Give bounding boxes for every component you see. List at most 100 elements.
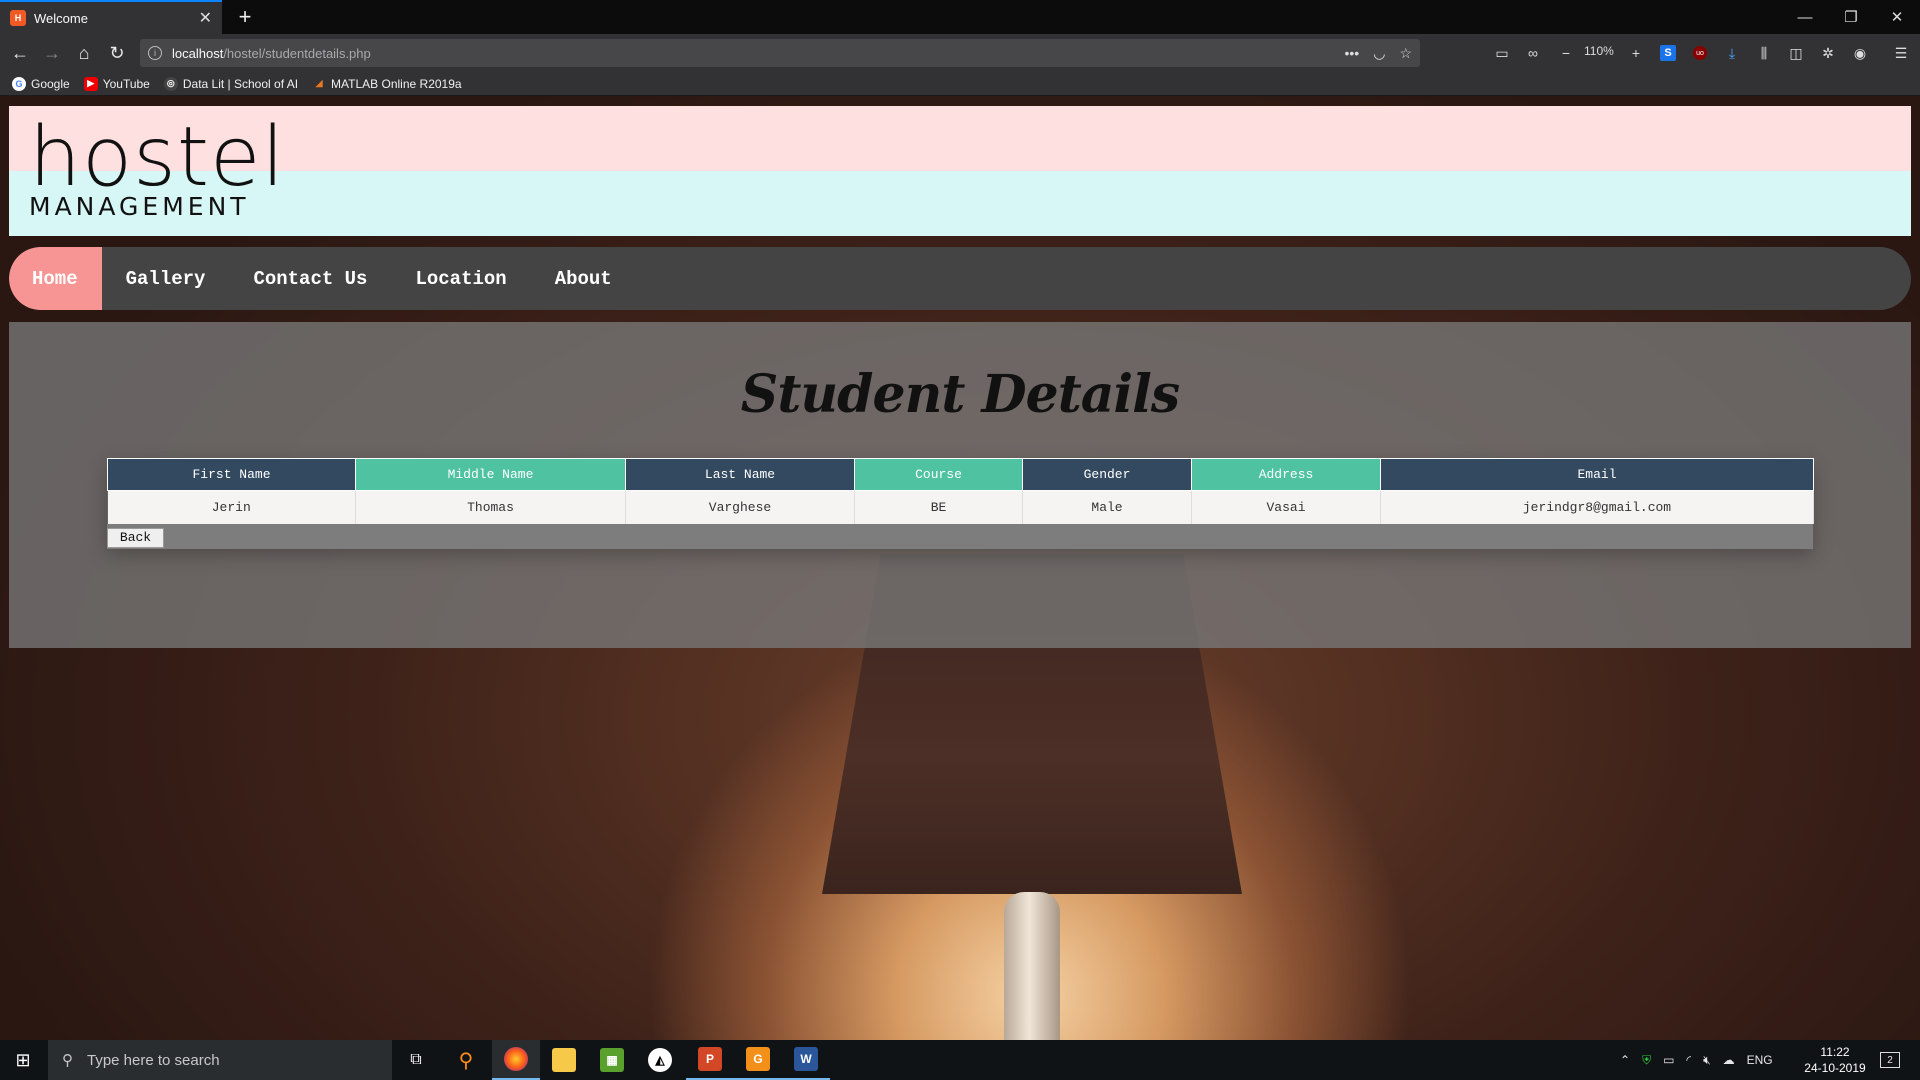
table-header-row: First Name Middle Name Last Name Course …: [107, 458, 1814, 491]
wifi-icon[interactable]: ◜: [1686, 1053, 1691, 1067]
defender-shield-icon[interactable]: ⛨: [1642, 1053, 1651, 1068]
cell-gender: Male: [1022, 490, 1192, 524]
spreadsheet-app-icon[interactable]: ▦: [588, 1040, 636, 1080]
column-header-middle-name: Middle Name: [355, 458, 626, 491]
zoom-out-icon[interactable]: −: [1555, 42, 1577, 64]
windows-start-icon[interactable]: ⊞: [0, 1040, 46, 1080]
action-center-icon[interactable]: 2: [1880, 1040, 1900, 1080]
matlab-icon: ◢: [315, 78, 323, 88]
zoom-level[interactable]: 110%: [1584, 44, 1614, 58]
search-app-icon[interactable]: ⚲: [442, 1040, 490, 1080]
extension-s-icon[interactable]: S: [1657, 42, 1679, 64]
nav-contact-us[interactable]: Contact Us: [229, 247, 391, 310]
restore-button[interactable]: ❐: [1828, 0, 1874, 34]
student-table-container: First Name Middle Name Last Name Course …: [107, 458, 1814, 549]
column-header-last-name: Last Name: [625, 458, 855, 491]
private-mask-icon[interactable]: ∞: [1522, 42, 1544, 64]
notification-count: 2: [1880, 1052, 1900, 1068]
page-actions-icon[interactable]: •••: [1345, 45, 1360, 62]
site-favicon-icon: H: [10, 10, 26, 26]
cell-middle-name: Thomas: [355, 490, 626, 524]
student-details-table: First Name Middle Name Last Name Course …: [107, 458, 1814, 524]
info-icon[interactable]: i: [148, 46, 162, 60]
onedrive-cloud-icon[interactable]: ☁: [1723, 1053, 1735, 1067]
firefox-icon[interactable]: [492, 1040, 540, 1080]
powerpoint-icon[interactable]: P: [686, 1040, 734, 1080]
site-header: hostel MANAGEMENT: [9, 106, 1911, 236]
ublock-icon[interactable]: uo: [1689, 42, 1711, 64]
logo-sub-text: MANAGEMENT: [29, 192, 250, 221]
battery-icon[interactable]: ▭: [1663, 1053, 1674, 1067]
system-tray: ⌃ ⛨ ▭ ◜ 🔇︎ ☁ ENG: [1620, 1040, 1773, 1080]
bookmark-label: MATLAB Online R2019a: [331, 76, 462, 91]
settings-gear-icon[interactable]: ✲: [1817, 42, 1839, 64]
bookmarks-toolbar: G Google ▶ YouTube ◎ Data Lit | School o…: [0, 72, 1920, 96]
tab-strip: H Welcome ✕ + — ❐ ✕: [0, 0, 1920, 34]
content-panel: Student Details First Name Middle Name L…: [9, 322, 1911, 648]
nav-about[interactable]: About: [531, 247, 636, 310]
back-arrow-icon[interactable]: ←: [6, 39, 34, 67]
file-explorer-icon[interactable]: [540, 1040, 588, 1080]
download-icon[interactable]: ⤓: [1721, 42, 1743, 64]
library-icon[interactable]: ⫼: [1753, 42, 1775, 64]
minimize-button[interactable]: —: [1782, 0, 1828, 34]
volume-muted-icon[interactable]: 🔇︎: [1703, 1053, 1711, 1068]
task-view-icon[interactable]: ⧉: [392, 1040, 440, 1080]
tab-title: Welcome: [34, 10, 88, 26]
page-viewport: hostel MANAGEMENT Home Gallery Contact U…: [0, 96, 1920, 1040]
bookmark-data-lit[interactable]: ◎ Data Lit | School of AI: [163, 76, 299, 91]
bookmark-matlab[interactable]: ◢ MATLAB Online R2019a: [312, 77, 462, 91]
nav-gallery[interactable]: Gallery: [102, 247, 230, 310]
nav-home[interactable]: Home: [9, 247, 102, 310]
zoom-in-icon[interactable]: +: [1625, 42, 1647, 64]
pocket-icon[interactable]: ◡: [1373, 45, 1385, 62]
background-lamp-base: [1004, 892, 1060, 1040]
bookmark-youtube[interactable]: ▶ YouTube: [83, 76, 150, 91]
search-placeholder: Type here to search: [87, 1051, 220, 1069]
reload-icon[interactable]: ↻: [103, 39, 131, 67]
bookmark-star-icon[interactable]: ☆: [1399, 45, 1412, 62]
column-header-address: Address: [1191, 458, 1381, 491]
nav-location[interactable]: Location: [391, 247, 530, 310]
google-icon: G: [12, 76, 26, 91]
page-title: Student Details: [740, 364, 1180, 425]
cell-first-name: Jerin: [107, 490, 356, 524]
cell-address: Vasai: [1191, 490, 1381, 524]
new-tab-button[interactable]: +: [232, 4, 258, 30]
reader-view-icon[interactable]: ▭: [1491, 42, 1513, 64]
cell-last-name: Varghese: [625, 490, 855, 524]
bookmark-label: Data Lit | School of AI: [182, 76, 299, 91]
table-row: Jerin Thomas Varghese BE Male Vasai jeri…: [107, 490, 1814, 524]
close-window-button[interactable]: ✕: [1874, 0, 1920, 34]
school-of-ai-icon: ◎: [163, 76, 178, 91]
main-nav: Home Gallery Contact Us Location About: [9, 247, 1911, 310]
taskbar-search-box[interactable]: ⚲ Type here to search: [48, 1040, 392, 1080]
bookmark-label: YouTube: [102, 76, 150, 91]
url-host: localhost: [172, 45, 224, 61]
photos-app-icon[interactable]: ◭: [636, 1040, 684, 1080]
bookmark-google[interactable]: G Google: [12, 76, 70, 91]
windows-taskbar: ⊞ ⚲ Type here to search ⧉ ⚲ ▦ ◭ P G W ⌃ …: [0, 1040, 1920, 1080]
clock-time: 11:22: [1820, 1045, 1850, 1059]
sidebar-icon[interactable]: ◫: [1785, 42, 1807, 64]
site-logo[interactable]: hostel MANAGEMENT: [29, 117, 284, 228]
browser-tab[interactable]: H Welcome ✕: [0, 0, 222, 34]
account-icon[interactable]: ◉: [1849, 42, 1871, 64]
column-header-gender: Gender: [1022, 458, 1192, 491]
address-bar[interactable]: i localhost/hostel/studentdetails.php ••…: [140, 39, 1420, 67]
back-button[interactable]: Back: [107, 527, 164, 548]
cell-email: jerindgr8@gmail.com: [1380, 490, 1814, 524]
forward-arrow-icon[interactable]: →: [38, 39, 66, 67]
word-icon[interactable]: W: [782, 1040, 830, 1080]
back-bar: Back: [107, 523, 1813, 549]
taskbar-clock[interactable]: 11:22 24-10-2019: [1790, 1044, 1880, 1076]
column-header-first-name: First Name: [107, 458, 356, 491]
search-icon: ⚲: [62, 1052, 73, 1069]
close-tab-icon[interactable]: ✕: [199, 8, 212, 28]
home-icon[interactable]: ⌂: [70, 39, 98, 67]
language-indicator[interactable]: ENG: [1747, 1053, 1773, 1067]
hamburger-menu-icon[interactable]: ☰: [1890, 42, 1912, 64]
tray-expand-icon[interactable]: ⌃: [1620, 1053, 1630, 1067]
youtube-icon: ▶: [83, 76, 98, 91]
app-orange-icon[interactable]: G: [734, 1040, 782, 1080]
